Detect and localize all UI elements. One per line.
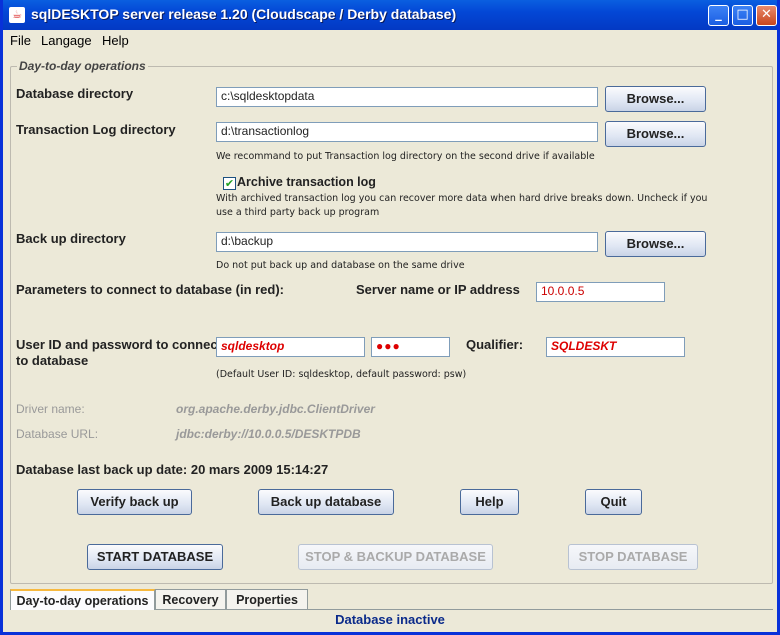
menu-help[interactable]: Help <box>102 33 129 48</box>
browse-log-button[interactable]: Browse... <box>605 121 706 147</box>
user-id-input[interactable]: sqldesktop <box>216 337 365 357</box>
server-input[interactable]: 10.0.0.5 <box>536 282 665 302</box>
title-bar[interactable]: ☕ sqlDESKTOP server release 1.20 (Clouds… <box>3 0 777 30</box>
url-label: Database URL: <box>16 427 99 441</box>
help-button[interactable]: Help <box>460 489 519 515</box>
browse-backup-button[interactable]: Browse... <box>605 231 706 257</box>
maximize-icon[interactable]: □ <box>732 5 753 26</box>
qualifier-label: Qualifier: <box>466 337 524 352</box>
log-dir-input[interactable]: d:\transactionlog <box>216 122 598 142</box>
last-backup-text: Database last back up date: 20 mars 2009… <box>16 462 329 477</box>
java-cup-icon: ☕ <box>9 7 25 23</box>
backup-dir-hint: Do not put back up and database on the s… <box>216 260 465 271</box>
stop-backup-database-button[interactable]: STOP & BACKUP DATABASE <box>298 544 493 570</box>
stop-database-button[interactable]: STOP DATABASE <box>568 544 698 570</box>
log-dir-hint: We recommand to put Transaction log dire… <box>216 151 595 162</box>
archive-label: Archive transaction log <box>237 175 376 189</box>
menu-file[interactable]: File <box>10 33 31 48</box>
menu-bar: File Langage Help <box>3 30 777 52</box>
database-dir-label: Database directory <box>16 86 134 101</box>
close-icon[interactable]: ✕ <box>756 5 777 26</box>
quit-button[interactable]: Quit <box>585 489 642 515</box>
verify-backup-button[interactable]: Verify back up <box>77 489 192 515</box>
browse-database-button[interactable]: Browse... <box>605 86 706 112</box>
minimize-icon[interactable]: _ <box>708 5 729 26</box>
window-title: sqlDESKTOP server release 1.20 (Cloudsca… <box>31 6 457 22</box>
archive-hint-line1: With archived transaction log you can re… <box>216 193 708 204</box>
tab-recovery[interactable]: Recovery <box>155 589 226 609</box>
panel-title: Day-to-day operations <box>17 59 148 73</box>
password-input[interactable]: ●●● <box>371 337 450 357</box>
tab-properties[interactable]: Properties <box>226 589 308 609</box>
backup-dir-input[interactable]: d:\backup <box>216 232 598 252</box>
driver-value: org.apache.derby.jdbc.ClientDriver <box>176 402 375 416</box>
database-dir-input[interactable]: c:\sqldesktopdata <box>216 87 598 107</box>
params-label: Parameters to connect to database (in re… <box>16 282 285 297</box>
tab-day-to-day[interactable]: Day-to-day operations <box>10 589 155 610</box>
app-window: ☕ sqlDESKTOP server release 1.20 (Clouds… <box>0 0 780 635</box>
credentials-hint: (Default User ID: sqldesktop, default pa… <box>216 369 467 380</box>
url-value: jdbc:derby://10.0.0.5/DESKTPDB <box>176 427 361 441</box>
archive-checkbox[interactable]: ✔ <box>223 177 236 190</box>
archive-hint-line2: use a third party back up program <box>216 207 380 218</box>
log-dir-label: Transaction Log directory <box>16 122 176 137</box>
start-database-button[interactable]: START DATABASE <box>87 544 223 570</box>
backup-database-button[interactable]: Back up database <box>258 489 394 515</box>
driver-label: Driver name: <box>16 402 85 416</box>
credentials-label-line1: User ID and password to connect <box>16 337 222 352</box>
status-bar: Database inactive <box>335 612 445 627</box>
qualifier-input[interactable]: SQLDESKT <box>546 337 685 357</box>
backup-dir-label: Back up directory <box>16 231 126 246</box>
credentials-label-line2: to database <box>16 353 89 368</box>
server-label: Server name or IP address <box>356 282 520 297</box>
menu-language[interactable]: Langage <box>41 33 92 48</box>
